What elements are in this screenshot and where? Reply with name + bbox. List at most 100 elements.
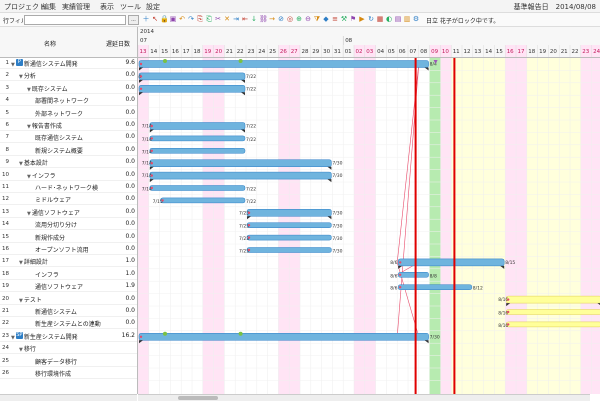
progress-dot [247, 224, 251, 227]
outdent-icon[interactable]: ⇤ [241, 15, 249, 23]
collapse-toggle-icon[interactable]: ▼ [19, 74, 23, 80]
undo-icon[interactable]: ↶ [178, 15, 186, 23]
collapse-toggle-icon[interactable]: ▼ [19, 347, 23, 353]
task-row[interactable]: 18 インフラ 1.0 [0, 269, 137, 280]
task-row[interactable]: 20 ▼テスト 0.0 [0, 294, 137, 305]
indent-icon[interactable]: ⇥ [232, 15, 240, 23]
task-row[interactable]: 17 ▼詳細設計 1.0 [0, 256, 137, 268]
task-name: 外部ネットワーク [35, 109, 83, 118]
delay-value: 0.0 [125, 133, 135, 141]
task-row[interactable]: 12 ミドルウェア 0.0 [0, 194, 137, 206]
task-row[interactable]: 23 ▼SP新生産システム開発 16.2 [0, 331, 137, 342]
arrow-right-icon[interactable]: → [268, 15, 276, 23]
collapse-toggle-icon[interactable]: ▼ [11, 62, 15, 68]
delete-icon[interactable]: ✕ [223, 15, 231, 23]
task-row[interactable]: 7 既存通信システム 0.0 [0, 132, 137, 144]
task-row[interactable]: 6 ▼報告書作成 0.0 [0, 120, 137, 131]
day-label: 05 [388, 49, 395, 55]
progress-icon[interactable]: ▶ [358, 15, 366, 23]
weekend-column [364, 58, 376, 394]
milestone-icon[interactable]: ◆ [322, 15, 330, 23]
gantt-bar: 7/14 7/22 [142, 122, 256, 133]
collapse-toggle-icon[interactable]: ▼ [27, 124, 31, 130]
task-row[interactable]: 2 ▼分析 0.0 [0, 70, 137, 82]
day-label: 16 [507, 49, 514, 55]
view-icon[interactable]: ◐ [385, 15, 393, 23]
task-row[interactable]: 5 外部ネットワーク 0.0 [0, 108, 137, 119]
baseline-icon[interactable]: ≡ [331, 15, 339, 23]
task-row[interactable]: 19 通信ソフトウェア 1.9 [0, 281, 137, 293]
task-row[interactable]: 13 ▼通信ソフトウェア 0.0 [0, 207, 137, 218]
collapse-toggle-icon[interactable]: ▼ [27, 174, 31, 180]
bar-start-label: 8/16 [498, 297, 508, 303]
collapse-toggle-icon[interactable]: ▼ [11, 335, 15, 341]
unlink-icon[interactable]: ⊘ [277, 15, 285, 23]
menu-view[interactable]: 表示 [100, 2, 114, 12]
task-row[interactable]: 16 オープンソフト流用 0.0 [0, 244, 137, 255]
task-row[interactable]: 21 新通信システム 0.0 [0, 306, 137, 317]
pointer-icon[interactable]: ↖ [151, 15, 159, 23]
row-number: 11 [2, 184, 9, 190]
save-icon[interactable]: ▣ [169, 15, 177, 23]
lock-icon[interactable]: 🔒 [160, 15, 169, 23]
bar-shape [138, 85, 246, 93]
task-row[interactable]: 22 新生産システムとの連動 0.0 [0, 318, 137, 330]
menu-edit[interactable]: 編集 [42, 2, 56, 12]
filter-icon[interactable]: ⧩ [313, 15, 321, 23]
link-icon[interactable]: ⛓ [259, 15, 268, 23]
collapse-toggle-icon[interactable]: ▼ [19, 298, 23, 304]
row-number: 19 [2, 283, 9, 290]
copy-icon[interactable]: ⎘ [196, 15, 204, 23]
row-number: 7 [5, 134, 10, 141]
menu-tools[interactable]: ツール [120, 2, 141, 12]
task-row[interactable]: 10 ▼インフラ 0.0 [0, 170, 137, 181]
tools-icon[interactable]: ⚒ [340, 15, 348, 23]
task-row[interactable]: 26 移行環境作成 [0, 368, 137, 379]
critical-path-icon[interactable]: ⚑ [349, 15, 357, 23]
chart-icon[interactable]: ▥ [403, 15, 411, 23]
zoom-out-icon[interactable]: ⊖ [304, 15, 312, 23]
cut-icon[interactable]: ✂ [214, 15, 222, 23]
settings-icon[interactable]: ⚙ [412, 15, 420, 23]
task-row[interactable]: 1 ▼ P 新通信システム開発 9.6 [0, 58, 137, 69]
task-name-text: 通信ソフトウェア [35, 284, 84, 292]
menu-project[interactable]: プロジェクト [4, 2, 46, 12]
task-row[interactable]: 14 流用分切り分け 0.0 [0, 219, 137, 231]
name-column-header[interactable]: 名称 [44, 39, 56, 48]
menu-settings[interactable]: 設定 [146, 2, 160, 12]
add-icon[interactable]: ＋ [142, 15, 150, 23]
task-row[interactable]: 25 顧客データ移行 [0, 356, 137, 367]
refresh-icon[interactable]: ↻ [367, 15, 375, 23]
weekend-column [580, 58, 592, 394]
collapse-toggle-icon[interactable]: ▼ [27, 211, 31, 217]
task-name-text: 新通信システム [35, 309, 77, 316]
task-name-text: 移行環境作成 [35, 371, 72, 378]
menu-actual-management[interactable]: 実績管理 [62, 2, 90, 12]
row-filter-button[interactable]: ... [128, 15, 139, 25]
zoom-in-icon[interactable]: ⊕ [295, 15, 303, 23]
day-label: 14 [150, 49, 157, 55]
task-row[interactable]: 8 新規システム概要 0.0 [0, 145, 137, 156]
task-row[interactable]: 9 ▼基本設計 0.0 [0, 157, 137, 169]
paste-icon[interactable]: ⎗ [205, 15, 213, 23]
redo-icon[interactable]: ↷ [187, 15, 195, 23]
task-row[interactable]: 11 ハード･ネットワーク検 0.0 [0, 182, 137, 193]
arrow-down-icon[interactable]: ↓ [250, 15, 258, 23]
task-row[interactable]: 3 ▼既存システム 0.0 [0, 83, 137, 94]
delay-column-header[interactable]: 遅延日数 [106, 39, 130, 48]
zoom-icon[interactable]: ◎ [286, 15, 294, 23]
collapse-toggle-icon[interactable]: ▼ [27, 87, 31, 93]
collapse-toggle-icon[interactable]: ▼ [19, 260, 23, 266]
task-row[interactable]: 24 ▼移行 [0, 343, 137, 355]
row-filter-input[interactable] [24, 15, 126, 25]
progress-dot [150, 124, 153, 128]
day-label: 15 [496, 49, 503, 55]
scrollbar-thumb[interactable] [178, 396, 218, 400]
collapse-toggle-icon[interactable]: ▼ [19, 161, 23, 167]
day-label: 03 [366, 49, 373, 55]
calendar-icon[interactable]: ▦ [376, 15, 384, 23]
grid-icon[interactable]: ▤ [394, 15, 402, 23]
row-number: 10 [2, 171, 9, 178]
task-row[interactable]: 15 新規作成分 0.0 [0, 232, 137, 243]
task-row[interactable]: 4 部署間ネットワーク 0.0 [0, 95, 137, 107]
